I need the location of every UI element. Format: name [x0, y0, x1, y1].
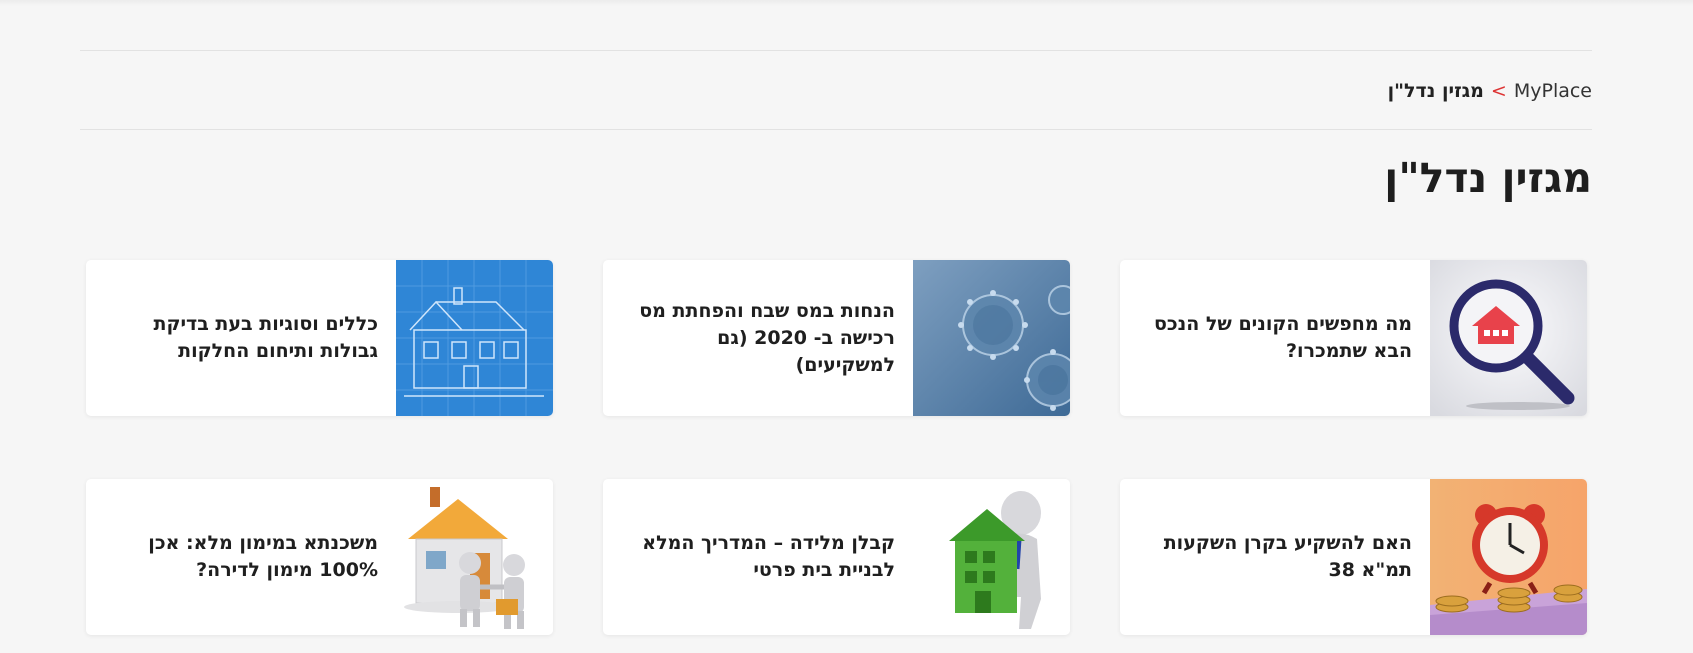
- article-title[interactable]: קבלן מלידה – המדריך המלא לבניית בית פרטי: [603, 479, 913, 635]
- breadcrumb-home-link[interactable]: MyPlace: [1514, 80, 1592, 102]
- article-card-6[interactable]: משכנתא במימון מלא: אכן 100% מימון לדירה?: [86, 479, 553, 635]
- virus-dollar-image: $: [913, 260, 1070, 416]
- page-title: מגזין נדל"ן: [1384, 154, 1592, 202]
- figure-green-house-image: [913, 479, 1070, 635]
- house-handshake-image: [396, 479, 553, 635]
- alarm-clock-coins-image: [1430, 479, 1587, 635]
- article-card-1[interactable]: מה מחפשים הקונים של הנכס הבא שתמכרו?: [1120, 260, 1587, 416]
- article-card-5[interactable]: קבלן מלידה – המדריך המלא לבניית בית פרטי: [603, 479, 1070, 635]
- article-title[interactable]: משכנתא במימון מלא: אכן 100% מימון לדירה?: [86, 479, 396, 635]
- divider-top: [80, 50, 1592, 51]
- blueprint-house-image: [396, 260, 553, 416]
- article-title[interactable]: הנחות במס שבח והפחתת מס רכישה ב- 2020 (ג…: [603, 260, 913, 416]
- breadcrumb-separator: >: [1490, 80, 1507, 102]
- magnifier-house-icon: [1430, 260, 1587, 416]
- article-title[interactable]: האם להשקיע בקרן השקעות תמ"א 38: [1120, 479, 1430, 635]
- breadcrumb: MyPlace > מגזין נדל"ן: [1388, 78, 1592, 104]
- article-card-4[interactable]: האם להשקיע בקרן השקעות תמ"א 38: [1120, 479, 1587, 635]
- divider-bottom: [80, 129, 1592, 130]
- main-content: MyPlace > מגזין נדל"ן מגזין נדל"ן מה מחפשי…: [80, 0, 1592, 653]
- article-title[interactable]: כללים וסוגיות בעת בדיקת גבולות ותיחום הח…: [86, 260, 396, 416]
- article-card-2[interactable]: $ הנחות במס שבח והפחתת מס רכישה ב- 2020 …: [603, 260, 1070, 416]
- article-card-3[interactable]: כללים וסוגיות בעת בדיקת גבולות ותיחום הח…: [86, 260, 553, 416]
- article-title[interactable]: מה מחפשים הקונים של הנכס הבא שתמכרו?: [1120, 260, 1430, 416]
- breadcrumb-current: מגזין נדל"ן: [1387, 80, 1484, 102]
